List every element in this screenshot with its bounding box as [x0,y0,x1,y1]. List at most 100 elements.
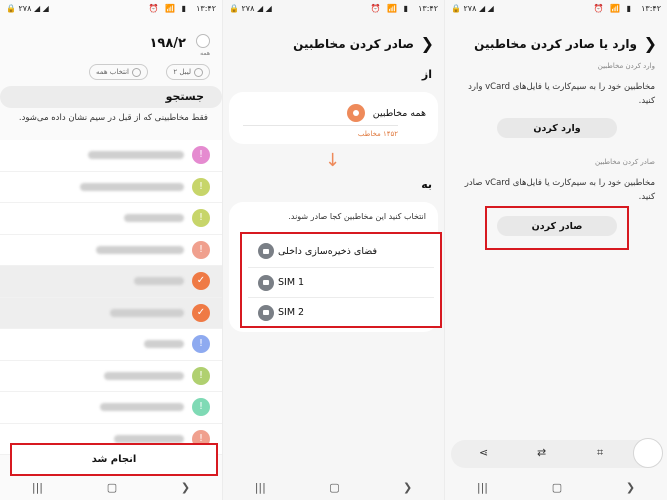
contact-name-blurred [124,214,184,222]
status-time: ۱۳:۴۲ [641,4,661,13]
app-bar: ❮ وارد یا صادر کردن مخاطبین [445,32,667,56]
import-heading: وارد کردن مخاطبین [597,62,655,70]
status-system-icons: ⏰ 📶 ▮ [370,4,410,13]
page-title: وارد یا صادر کردن مخاطبین [474,37,637,51]
done-button-label: انجام شد [91,454,137,465]
status-bar: 🔒 ۲۷۸ ◢ ◢ ⏰ 📶 ▮ ۱۳:۴۲ [223,0,444,18]
contact-name-blurred [96,245,184,254]
status-time: ۱۳:۴۲ [418,4,438,13]
source-card[interactable]: همه مخاطبین ۱۴۵۲ مخاطب [229,92,438,144]
filter-chip-1[interactable]: انتخاب همه [89,64,148,80]
nav-back-icon[interactable]: ❯ [626,481,635,494]
import-button[interactable]: وارد کردن [497,118,617,138]
contact-avatar: ! [192,146,210,164]
contact-name-blurred [134,277,184,285]
contact-name-blurred [104,371,184,380]
export-contacts-screen: 🔒 ۲۷۸ ◢ ◢ ⏰ 📶 ▮ ۱۳:۴۲ ❮ صادر کردن مخاطبی… [222,0,445,500]
status-notification-icons: 🔒 ۲۷۸ ◢ ◢ [6,4,49,13]
contact-avatar: ! [192,366,210,385]
contacts-avatar-icon [346,104,365,122]
to-label: به [421,178,432,191]
destination-internal-storage[interactable]: فضای ذخیره‌سازی داخلی [248,236,434,266]
destination-sim1[interactable]: SIM 1 [248,267,434,297]
contact-row[interactable]: ! [0,203,222,235]
nav-back-icon[interactable]: ❯ [403,481,412,494]
status-notification-icons: 🔒 ۲۷۸ ◢ ◢ [451,4,494,13]
selection-count-title: ۱۹۸/۲ [149,36,187,51]
contact-row[interactable]: ! [0,392,222,424]
select-all-radio[interactable] [196,34,210,48]
contact-name-blurred [114,434,184,443]
nav-home-icon[interactable]: ▢ [552,481,562,494]
export-description: مخاطبین خود را به سیم‌کارت یا فایل‌های v… [464,178,655,202]
contact-name-blurred [110,308,184,317]
divider [243,125,398,126]
contact-avatar: ! [192,240,210,259]
select-contacts-screen: 🔒 ۲۷۸ ◢ ◢ ⏰ 📶 ▮ ۱۳:۴۲ همه ۱۹۸/۲ انتخاب ه… [0,0,222,500]
app-bar: ❮ صادر کردن مخاطبین [223,32,444,56]
arrow-down-icon: ↓ [325,150,341,171]
contact-row[interactable]: ! [0,171,222,203]
filter-chip-2[interactable]: لیبل ۲ [166,64,210,80]
chip-close-icon[interactable] [194,67,203,77]
nav-recents-icon[interactable]: ||| [255,481,266,494]
floating-action-button[interactable] [633,438,663,468]
import-description: مخاطبین خود را به سیم‌کارت یا فایل‌های v… [468,82,655,106]
contact-row[interactable]: ! [0,140,222,172]
nav-back-icon[interactable]: ❯ [181,481,190,494]
nav-bar: ||| ▢ ❯ [0,474,222,500]
status-system-icons: ⏰ 📶 ▮ [148,4,188,13]
sync-icon[interactable]: ⇄ [537,446,546,459]
nav-recents-icon[interactable]: ||| [477,481,488,494]
destination-options: فضای ذخیره‌سازی داخلی SIM 1 SIM 2 [240,232,442,328]
nav-bar: ||| ▢ ❯ [445,474,667,500]
contact-avatar: ! [192,177,210,196]
nav-bar: ||| ▢ ❯ [223,474,444,500]
status-notification-icons: 🔒 ۲۷۸ ◢ ◢ [229,4,272,13]
checked-icon: ✓ [192,303,210,322]
sim-card-icon [258,274,274,291]
contact-avatar: ! [192,209,210,227]
done-button[interactable]: انجام شد [10,443,218,476]
source-count: ۱۴۵۲ مخاطب [357,130,398,138]
nav-home-icon[interactable]: ▢ [107,481,117,494]
back-icon[interactable]: ❮ [644,34,657,53]
contact-row[interactable]: ! [0,329,222,361]
share-icon[interactable]: ⋖ [479,446,488,459]
contact-name-blurred [88,151,184,159]
bottom-toolbar: ⋖ ⇄ ⌗ [451,440,661,468]
back-icon[interactable]: ❮ [421,34,434,53]
sim-card-icon [258,304,274,321]
from-label: از [421,68,432,81]
contact-row[interactable]: ! [0,234,222,266]
destination-hint: انتخاب کنید این مخاطبین کجا صادر شوند. [288,212,426,221]
search-bar[interactable]: جستجو [0,86,222,108]
nav-home-icon[interactable]: ▢ [329,481,339,494]
export-button[interactable]: صادر کردن [497,216,617,236]
status-bar: 🔒 ۲۷۸ ◢ ◢ ⏰ 📶 ▮ ۱۳:۴۲ [0,0,222,18]
folder-icon [258,243,274,259]
status-system-icons: ⏰ 📶 ▮ [593,4,633,13]
status-bar: 🔒 ۲۷۸ ◢ ◢ ⏰ 📶 ▮ ۱۳:۴۲ [445,0,667,18]
status-time: ۱۳:۴۲ [196,4,216,13]
contact-name-blurred [100,403,184,411]
sim-note-text: فقط مخاطبینی که از قبل در سیم نشان داده … [18,113,208,123]
contact-list: !!!! ✓ ✓!!!! [0,140,222,455]
scan-icon[interactable]: ⌗ [597,446,603,460]
nav-recents-icon[interactable]: ||| [32,481,43,494]
page-title: صادر کردن مخاطبین [293,37,414,51]
chip-close-icon[interactable] [132,67,141,77]
export-heading: صادر کردن مخاطبین [594,158,655,166]
contact-row[interactable]: ! [0,360,222,392]
search-label: جستجو [165,90,204,103]
select-all-label: همه [200,50,210,57]
contact-avatar: ! [192,398,210,416]
contact-avatar: ! [192,335,210,353]
contact-name-blurred [80,182,184,191]
destination-sim2[interactable]: SIM 2 [248,297,434,327]
contact-row[interactable]: ✓ [0,297,222,329]
checked-icon: ✓ [192,272,210,290]
contact-row[interactable]: ✓ [0,266,222,298]
contact-name-blurred [144,340,184,348]
import-export-screen: 🔒 ۲۷۸ ◢ ◢ ⏰ 📶 ▮ ۱۳:۴۲ ❮ وارد یا صادر کرد… [445,0,667,500]
